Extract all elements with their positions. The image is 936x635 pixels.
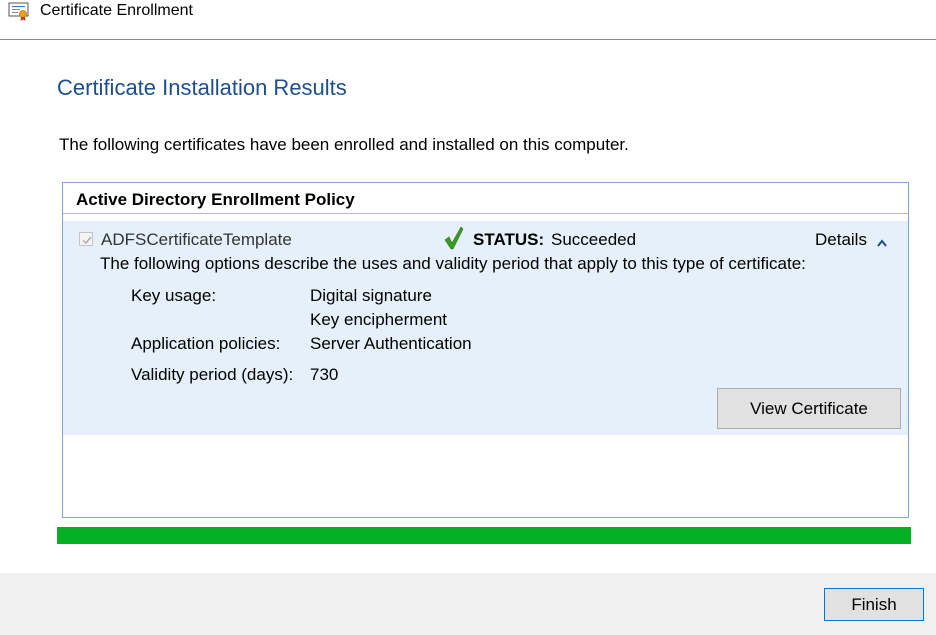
key-usage-value: Key encipherment: [310, 310, 448, 329]
policy-header: Active Directory Enrollment Policy: [63, 183, 908, 214]
page-title: Certificate Installation Results: [57, 75, 347, 100]
certificate-checkbox[interactable]: [79, 232, 93, 246]
certificate-template-name: ADFSCertificateTemplate: [101, 230, 292, 249]
validity-period-label: Validity period (days):: [131, 365, 294, 384]
view-certificate-button[interactable]: View Certificate: [717, 388, 901, 429]
title-bar: Certificate Enrollment: [0, 0, 936, 40]
checkmark-icon: [82, 236, 92, 244]
application-policies-value: Server Authentication: [310, 334, 472, 353]
policy-name: Active Directory Enrollment Policy: [76, 190, 355, 209]
validity-period-value: 730: [310, 365, 339, 384]
chevron-up-icon[interactable]: [876, 234, 888, 247]
status-value: Succeeded: [551, 230, 637, 249]
status-label: STATUS:: [473, 230, 545, 249]
finish-button[interactable]: Finish: [824, 588, 924, 621]
certificate-icon: [8, 2, 30, 22]
progress-fill: [57, 527, 911, 544]
certificate-row[interactable]: ADFSCertificateTemplate STATUS: Succeede…: [63, 221, 908, 435]
intro-text: The following certificates have been enr…: [59, 135, 629, 154]
application-policies-label: Application policies:: [131, 334, 281, 353]
options-description: The following options describe the uses …: [100, 254, 806, 273]
key-usage-value: Digital signature: [310, 286, 432, 305]
progress-bar: [57, 527, 911, 544]
window-title: Certificate Enrollment: [40, 2, 193, 19]
footer-bar: Finish: [0, 573, 936, 635]
green-checkmark-icon: [443, 225, 465, 251]
details-toggle[interactable]: Details: [815, 229, 867, 251]
enrollment-policy-panel: Active Directory Enrollment Policy ADFSC…: [62, 182, 909, 518]
key-usage-label: Key usage:: [131, 286, 217, 305]
